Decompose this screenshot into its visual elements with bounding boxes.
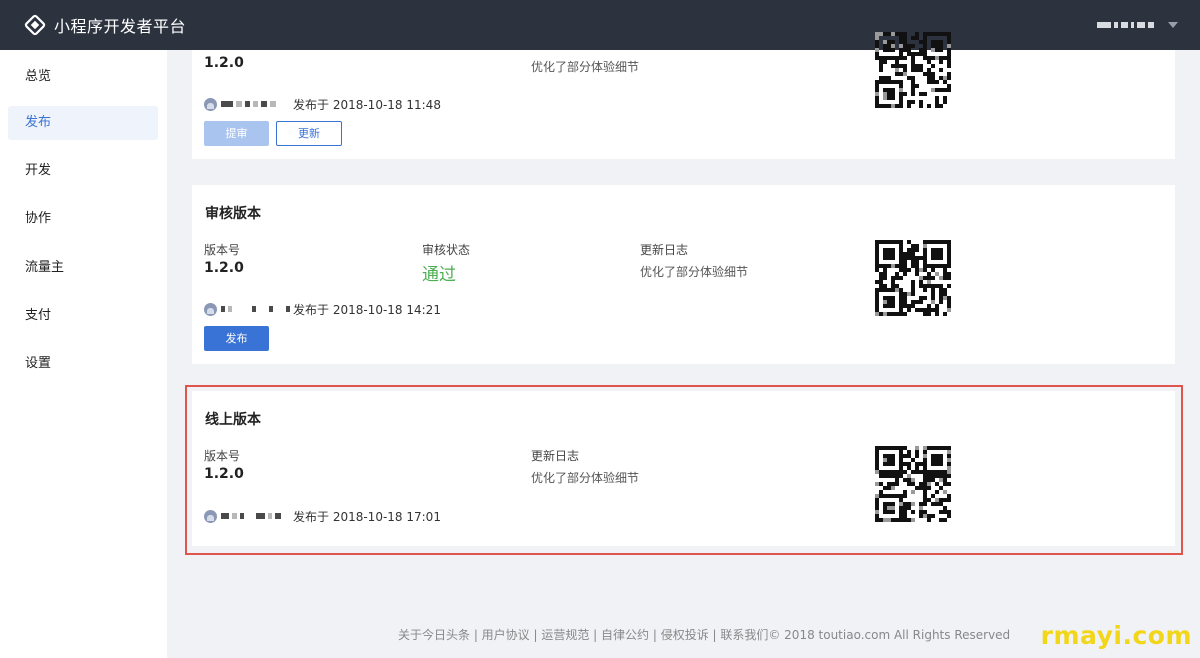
watermark: rmayi.com	[1040, 621, 1192, 650]
dev-version-number: 1.2.0	[204, 55, 244, 71]
sidebar-item-publish[interactable]: 发布	[8, 106, 158, 140]
sidebar-item-traffic[interactable]: 流量主	[8, 251, 158, 285]
footer-links[interactable]: 关于今日头条 | 用户协议 | 运营规范 | 自律公约 | 侵权投诉 | 联系我…	[398, 626, 1010, 643]
publish-button[interactable]: 发布	[204, 326, 269, 351]
logo-icon[interactable]	[24, 14, 46, 36]
dev-version-card: 1.2.0 优化了部分体验细节 发布于 2018-10-18 11:48 提审 …	[192, 32, 1175, 159]
version-label: 版本号	[204, 243, 241, 257]
review-publish-info: 发布于 2018-10-18 14:21	[204, 301, 441, 317]
avatar	[204, 302, 217, 316]
qr-code	[875, 32, 951, 108]
sidebar-item-overview[interactable]: 总览	[8, 60, 158, 94]
sidebar-item-settings[interactable]: 设置	[8, 347, 158, 381]
top-bar: 小程序开发者平台	[0, 0, 1200, 50]
review-status-label: 审核状态	[422, 243, 471, 257]
qr-code	[875, 240, 951, 316]
app-title: 小程序开发者平台	[54, 17, 187, 36]
review-version-card: 审核版本 版本号 1.2.0 审核状态 通过 更新日志 优化了部分体验细节 发布…	[192, 185, 1175, 364]
masked-username	[221, 306, 291, 312]
sidebar-item-develop[interactable]: 开发	[8, 154, 158, 188]
dev-publish-time: 发布于 2018-10-18 11:48	[293, 97, 441, 112]
sidebar-item-collaborate[interactable]: 协作	[8, 202, 158, 236]
review-publish-time: 发布于 2018-10-18 14:21	[293, 302, 441, 317]
update-button[interactable]: 更新	[276, 121, 342, 146]
avatar	[204, 97, 217, 111]
review-card-title: 审核版本	[205, 206, 261, 222]
sidebar-item-payment[interactable]: 支付	[8, 299, 158, 333]
user-menu[interactable]	[1097, 0, 1178, 50]
review-changelog: 优化了部分体验细节	[640, 265, 749, 279]
highlight-box	[185, 385, 1183, 555]
review-version-number: 1.2.0	[204, 260, 244, 276]
chevron-down-icon[interactable]	[1168, 22, 1178, 28]
dev-publish-info: 发布于 2018-10-18 11:48	[204, 96, 441, 112]
masked-username	[221, 101, 291, 107]
user-name-masked	[1097, 22, 1154, 28]
changelog-label: 更新日志	[640, 243, 689, 257]
submit-review-button[interactable]: 提审	[204, 121, 269, 146]
dev-changelog: 优化了部分体验细节	[531, 60, 640, 74]
sidebar: 总览 发布 开发 协作 流量主 支付 设置	[0, 50, 167, 658]
review-status-value: 通过	[422, 265, 456, 285]
